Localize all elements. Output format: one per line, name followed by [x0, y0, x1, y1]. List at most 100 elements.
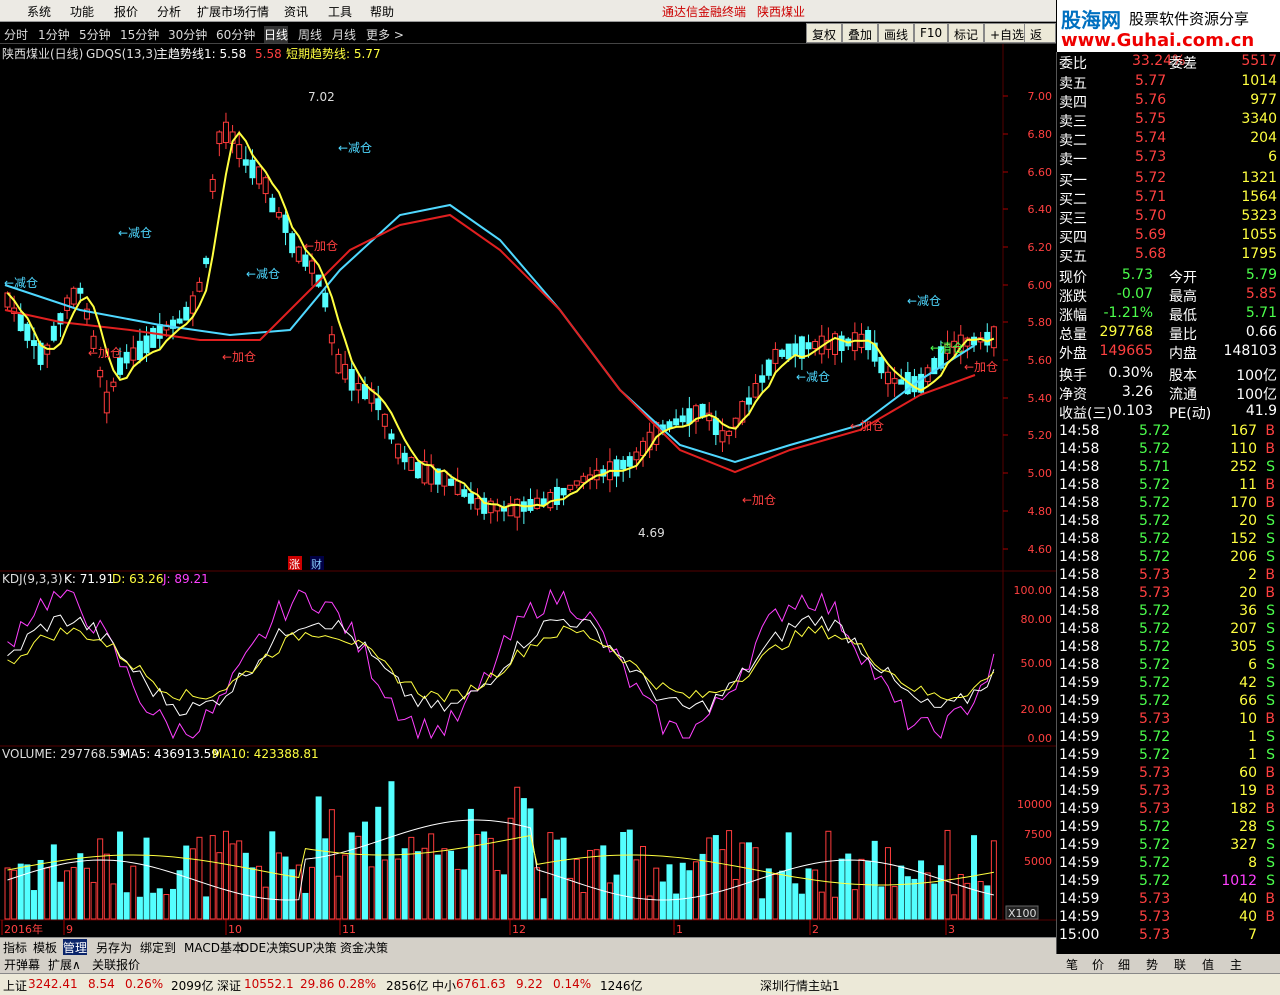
candle-body[interactable] [97, 369, 104, 378]
candle-body[interactable] [249, 159, 256, 179]
volume-bar[interactable] [838, 858, 845, 920]
info-row[interactable]: 现价 5.73 今开 5.79 [1057, 266, 1280, 286]
volume-bar[interactable] [779, 870, 786, 920]
tick-row[interactable]: 14:59 5.72 28 S [1057, 818, 1280, 837]
candle-body[interactable] [792, 343, 799, 356]
candle-body[interactable] [812, 340, 819, 350]
volume-bar[interactable] [553, 839, 560, 920]
volume-bar[interactable] [408, 836, 415, 920]
menu-tools[interactable]: 工具 [328, 3, 352, 20]
candle-body[interactable] [275, 211, 282, 218]
volume-bar[interactable] [944, 829, 951, 920]
menu-extended-market[interactable]: 扩展市场行情 [197, 3, 269, 20]
volume-bar[interactable] [540, 898, 547, 920]
menu-help[interactable]: 帮助 [370, 3, 394, 20]
volume-bar[interactable] [812, 869, 819, 920]
volume-bar[interactable] [871, 840, 878, 920]
candle-body[interactable] [620, 459, 627, 470]
volume-bar[interactable] [699, 853, 706, 920]
volume-bar[interactable] [209, 835, 216, 920]
volume-bar[interactable] [587, 849, 594, 920]
volume-bar[interactable] [772, 873, 779, 920]
volume-bar[interactable] [136, 896, 143, 920]
volume-bar[interactable] [64, 870, 71, 920]
ask-row[interactable]: 卖二 5.74 204 [1057, 129, 1280, 149]
candle-body[interactable] [514, 498, 521, 518]
volume-bar[interactable] [706, 837, 713, 920]
rtab-main[interactable]: 主 [1230, 956, 1242, 973]
bid-row[interactable]: 买三 5.70 5323 [1057, 207, 1280, 227]
volume-bar[interactable] [44, 867, 51, 920]
info-row[interactable]: 收益(三) 0.103 PE(动) 41.9 [1057, 402, 1280, 422]
menu-news[interactable]: 资讯 [284, 3, 308, 20]
volume-bar[interactable] [606, 882, 613, 920]
period-weekly[interactable]: 周线 [298, 26, 322, 43]
volume-bar[interactable] [222, 830, 229, 920]
candle-body[interactable] [467, 493, 474, 504]
volume-bar[interactable] [4, 867, 11, 920]
period-1min[interactable]: 1分钟 [38, 26, 70, 43]
volume-bar[interactable] [878, 886, 885, 920]
volume-bar[interactable] [984, 885, 991, 920]
bid-row[interactable]: 买一 5.72 1321 [1057, 169, 1280, 189]
candle-body[interactable] [408, 457, 415, 471]
candle-body[interactable] [686, 408, 693, 425]
volume-bar[interactable] [832, 896, 838, 920]
candle-body[interactable] [143, 335, 150, 354]
candle-body[interactable] [183, 306, 190, 321]
candle-body[interactable] [375, 398, 382, 411]
candle-body[interactable] [289, 233, 296, 254]
bid-row[interactable]: 买四 5.69 1055 [1057, 226, 1280, 246]
tick-row[interactable]: 14:58 5.71 252 S [1057, 458, 1280, 477]
candle-body[interactable] [401, 452, 408, 463]
candle-body[interactable] [395, 443, 402, 459]
volume-bar[interactable] [30, 890, 37, 920]
candle-body[interactable] [216, 131, 223, 145]
candle-body[interactable] [328, 334, 335, 344]
volume-bar[interactable] [957, 874, 964, 920]
candle-body[interactable] [971, 336, 978, 346]
candle-body[interactable] [110, 381, 117, 388]
volume-bar[interactable] [348, 832, 355, 920]
tab-related-quote[interactable]: 关联报价 [92, 956, 140, 973]
candle-body[interactable] [77, 287, 84, 294]
candle-body[interactable] [699, 403, 706, 418]
candle-body[interactable] [302, 254, 309, 267]
candle-body[interactable] [242, 159, 249, 166]
volume-bar[interactable] [428, 833, 435, 920]
volume-bar[interactable] [77, 853, 84, 920]
volume-bar[interactable] [150, 892, 157, 920]
volume-bar[interactable] [481, 831, 488, 920]
volume-bar[interactable] [640, 845, 647, 920]
volume-bar[interactable] [990, 840, 997, 920]
rtab-detail[interactable]: 细 [1118, 956, 1130, 973]
tick-row[interactable]: 14:58 5.72 11 B [1057, 476, 1280, 495]
tick-row[interactable]: 14:59 5.72 42 S [1057, 674, 1280, 693]
candle-body[interactable] [295, 246, 302, 262]
tick-row[interactable]: 14:58 5.73 20 B [1057, 584, 1280, 603]
candle-body[interactable] [70, 287, 77, 305]
volume-bar[interactable] [474, 834, 481, 920]
info-row[interactable]: 换手 0.30% 股本 100亿 [1057, 364, 1280, 384]
candle-body[interactable] [381, 413, 388, 427]
candle-body[interactable] [726, 430, 733, 436]
volume-bar[interactable] [401, 848, 408, 920]
volume-bar[interactable] [937, 865, 944, 920]
volume-bar[interactable] [633, 859, 640, 920]
volume-bar[interactable] [911, 878, 918, 920]
volume-bar[interactable] [487, 837, 494, 920]
adjust-button[interactable]: 复权 [806, 23, 843, 43]
volume-bar[interactable] [666, 864, 673, 920]
tick-row[interactable]: 15:00 5.73 7 [1057, 926, 1280, 945]
rtab-price[interactable]: 价 [1092, 956, 1104, 973]
tick-row[interactable]: 14:59 5.72 1 S [1057, 728, 1280, 747]
candle-body[interactable] [573, 480, 580, 486]
volume-bar[interactable] [626, 829, 633, 920]
tab-bind-to[interactable]: 绑定到 [140, 939, 176, 956]
candle-body[interactable] [24, 323, 31, 341]
candle-body[interactable] [130, 347, 137, 361]
candle-body[interactable] [50, 325, 57, 341]
volume-bar[interactable] [712, 835, 719, 920]
volume-bar[interactable] [249, 867, 256, 920]
tick-row[interactable]: 14:59 5.72 1 S [1057, 746, 1280, 765]
